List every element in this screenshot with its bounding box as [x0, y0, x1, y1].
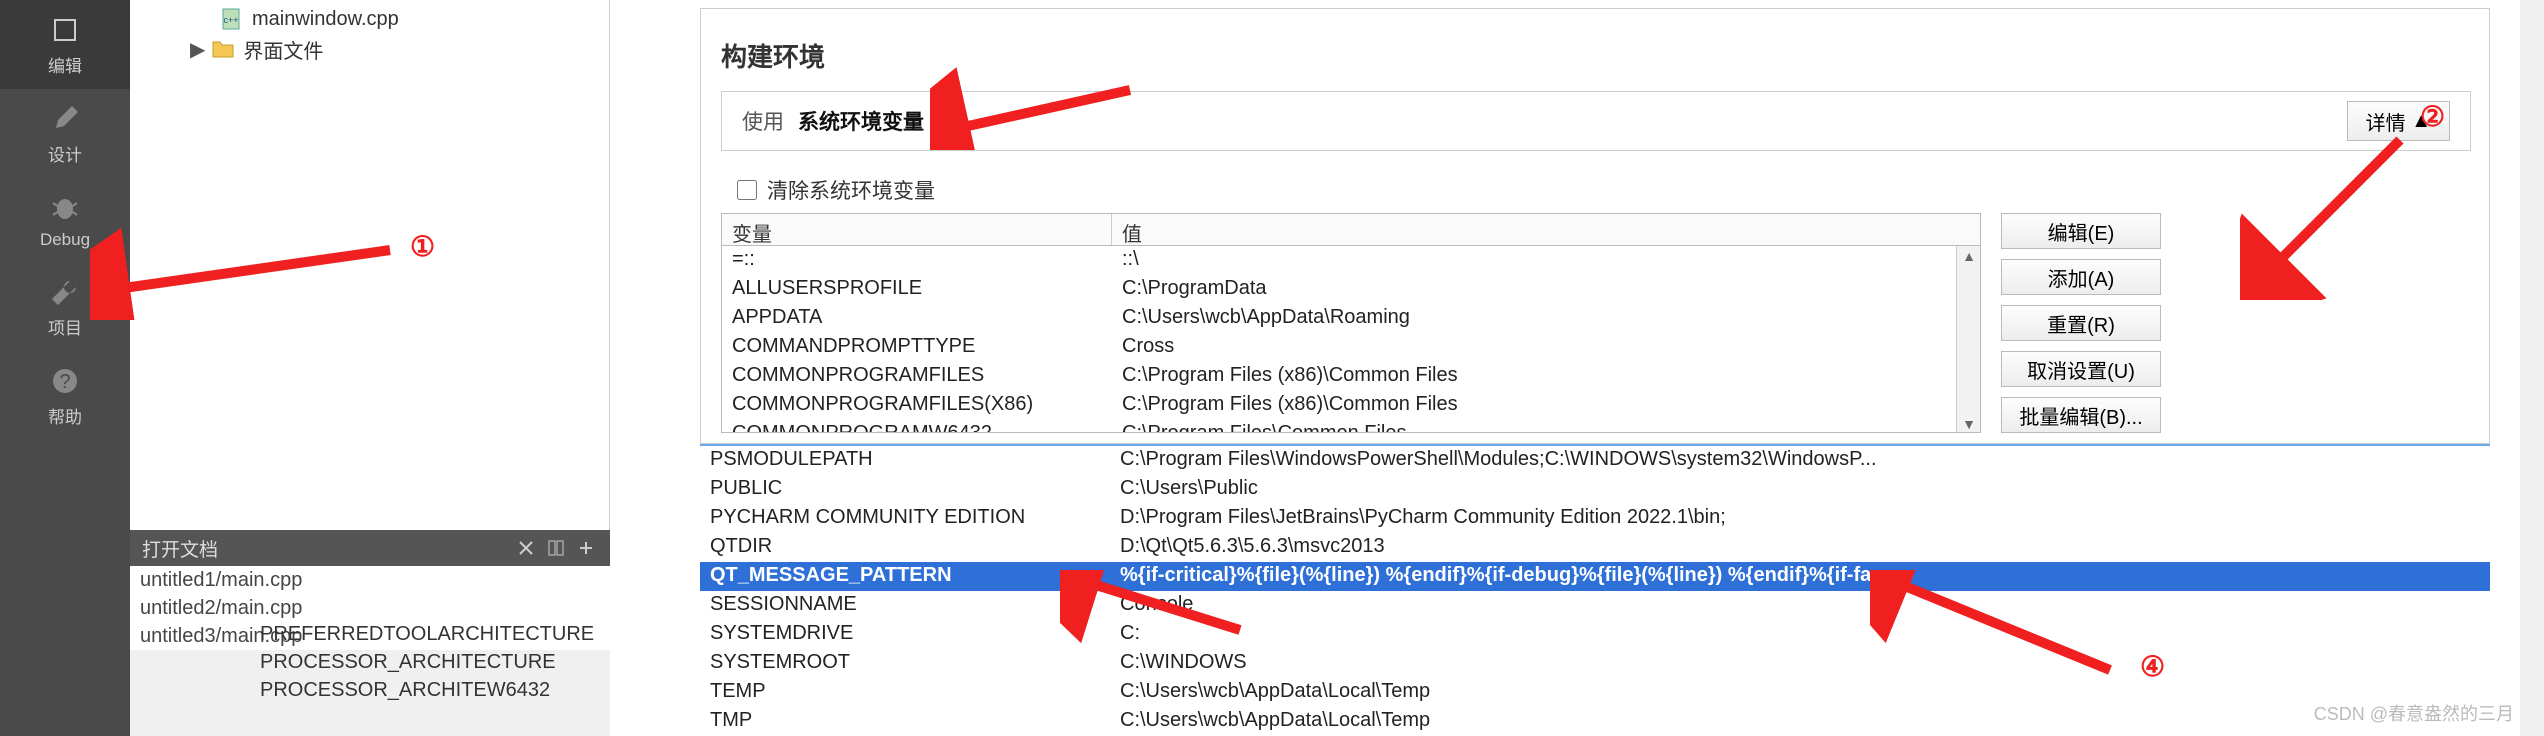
- table-row[interactable]: COMMONPROGRAMW6432C:\Program Files\Commo…: [722, 420, 1980, 433]
- tree-file[interactable]: c++ mainwindow.cpp: [140, 4, 609, 34]
- pencil-icon: [47, 101, 83, 137]
- env-source: 系统环境变量: [798, 106, 924, 136]
- wrench-icon: [47, 274, 83, 310]
- help-icon: ?: [47, 363, 83, 399]
- build-env-title: 构建环境: [721, 37, 825, 74]
- add-button[interactable]: 添加(A): [2001, 259, 2161, 295]
- scrollbar[interactable]: ▲ ▼: [1956, 246, 1980, 433]
- left-sidebar: 编辑 设计 Debug 项目 ? 帮助: [0, 0, 130, 736]
- table-row[interactable]: COMMANDPROMPTTYPECross: [722, 333, 1980, 362]
- cpp-file-icon: c++: [220, 7, 244, 31]
- sidebar-item-label: 设计: [48, 141, 82, 166]
- main-panel: 构建环境 使用 系统环境变量 详情 ▲ 清除系统环境变量 变量 值 =::::\…: [610, 0, 2520, 736]
- split-icon[interactable]: [544, 536, 568, 560]
- close-icon[interactable]: [514, 536, 538, 560]
- table-row[interactable]: QTDIRD:\Qt\Qt5.6.3\5.6.3\msvc2013: [700, 533, 2490, 562]
- table-row[interactable]: COMMONPROGRAMFILESC:\Program Files (x86)…: [722, 362, 1980, 391]
- openfiles-title: 打开文档: [142, 535, 218, 562]
- tree-folder[interactable]: ▶ 界面文件: [140, 34, 609, 64]
- sidebar-item-edit[interactable]: 编辑: [0, 0, 130, 89]
- chevron-up-icon: ▲: [2411, 110, 2431, 133]
- scroll-down-icon[interactable]: ▼: [1962, 416, 1976, 432]
- env-var-table-lower[interactable]: PSMODULEPATHC:\Program Files\WindowsPowe…: [700, 444, 2490, 736]
- sidebar-item-label: 帮助: [48, 403, 82, 428]
- reset-button[interactable]: 重置(R): [2001, 305, 2161, 341]
- table-row[interactable]: QT_MESSAGE_PATTERN%{if-critical}%{file}(…: [700, 562, 2490, 591]
- table-row[interactable]: TEMPC:\Users\wcb\AppData\Local\Temp: [700, 678, 2490, 707]
- plus-icon[interactable]: [574, 536, 598, 560]
- sidebar-item-design[interactable]: 设计: [0, 89, 130, 178]
- edit-icon: [47, 12, 83, 48]
- use-label: 使用: [742, 106, 784, 136]
- sidebar-item-debug[interactable]: Debug: [0, 178, 130, 262]
- build-env-box: 构建环境 使用 系统环境变量 详情 ▲ 清除系统环境变量 变量 值 =::::\…: [700, 8, 2490, 444]
- env-actions: 编辑(E) 添加(A) 重置(R) 取消设置(U) 批量编辑(B)...: [2001, 213, 2171, 443]
- table-header: 变量 值: [722, 214, 1980, 246]
- openfiles-header: 打开文档: [130, 530, 610, 566]
- tree-folder-label: 界面文件: [243, 35, 323, 64]
- svg-text:c++: c++: [223, 15, 238, 25]
- sidebar-item-help[interactable]: ? 帮助: [0, 351, 130, 440]
- clear-env-checkbox[interactable]: [737, 180, 757, 200]
- table-row[interactable]: PUBLICC:\Users\Public: [700, 475, 2490, 504]
- env-source-row: 使用 系统环境变量 详情 ▲: [721, 91, 2471, 151]
- scroll-up-icon[interactable]: ▲: [1962, 248, 1976, 264]
- project-tree[interactable]: c++ mainwindow.cpp ▶ 界面文件: [130, 0, 610, 530]
- unset-button[interactable]: 取消设置(U): [2001, 351, 2161, 387]
- col-value: 值: [1112, 214, 1980, 245]
- col-variable: 变量: [722, 214, 1112, 245]
- edit-button[interactable]: 编辑(E): [2001, 213, 2161, 249]
- folder-icon: [211, 37, 235, 61]
- sidebar-item-label: Debug: [40, 230, 90, 250]
- openfile-item[interactable]: untitled2/main.cpp: [130, 594, 610, 622]
- table-row[interactable]: COMMONPROGRAMFILES(X86)C:\Program Files …: [722, 391, 1980, 420]
- table-row[interactable]: SYSTEMDRIVEC:: [700, 620, 2490, 649]
- sidebar-item-label: 项目: [48, 314, 82, 339]
- batch-edit-button[interactable]: 批量编辑(B)...: [2001, 397, 2161, 433]
- table-row[interactable]: PSMODULEPATHC:\Program Files\WindowsPowe…: [700, 446, 2490, 475]
- tree-file-label: mainwindow.cpp: [252, 8, 399, 31]
- clear-env-label: 清除系统环境变量: [767, 175, 935, 205]
- table-row[interactable]: ALLUSERSPROFILEC:\ProgramData: [722, 275, 1980, 304]
- table-row[interactable]: TMPC:\Users\wcb\AppData\Local\Temp: [700, 707, 2490, 736]
- watermark: CSDN @春意盎然的三月: [2314, 700, 2514, 726]
- clear-env-checkbox-row: 清除系统环境变量: [737, 175, 935, 205]
- table-row[interactable]: SESSIONNAMEConsole: [700, 591, 2490, 620]
- sidebar-item-label: 编辑: [48, 52, 82, 77]
- bug-icon: [47, 190, 83, 226]
- table-row[interactable]: PYCHARM COMMUNITY EDITIOND:\Program File…: [700, 504, 2490, 533]
- table-row[interactable]: =::::\: [722, 246, 1980, 275]
- svg-text:?: ?: [59, 371, 70, 393]
- table-row[interactable]: APPDATAC:\Users\wcb\AppData\Roaming: [722, 304, 1980, 333]
- env-var-table[interactable]: 变量 值 =::::\ALLUSERSPROFILEC:\ProgramData…: [721, 213, 1981, 433]
- table-row[interactable]: SYSTEMROOTC:\WINDOWS: [700, 649, 2490, 678]
- sidebar-item-project[interactable]: 项目: [0, 262, 130, 351]
- openfile-item[interactable]: untitled1/main.cpp: [130, 566, 610, 594]
- details-button[interactable]: 详情 ▲: [2347, 101, 2450, 141]
